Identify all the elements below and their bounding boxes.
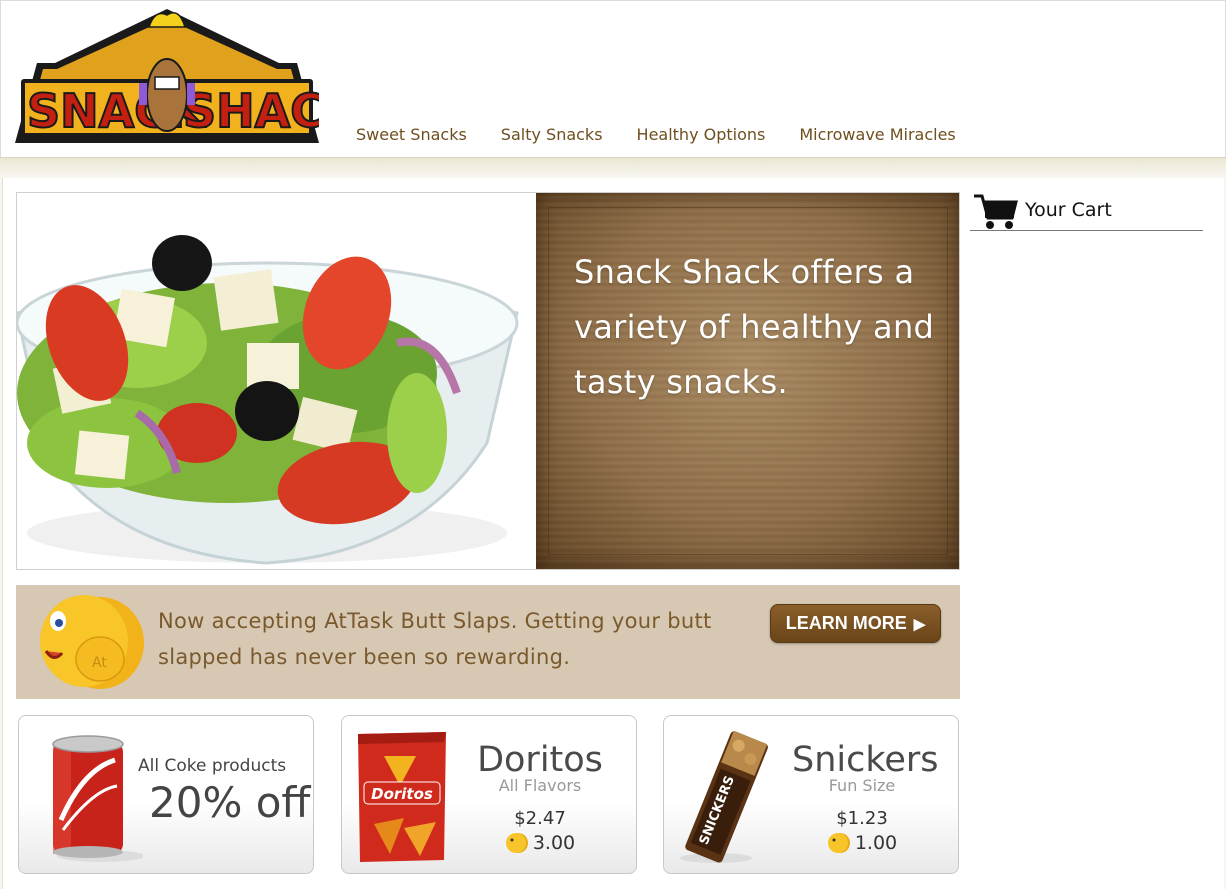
snickers-bar-image: SNICKERS xyxy=(680,730,768,863)
nav-sweet-snacks[interactable]: Sweet Snacks xyxy=(339,125,484,144)
hero-wood-panel: Snack Shack offers a variety of healthy … xyxy=(536,193,959,569)
main-nav: Sweet Snacks Salty Snacks Healthy Option… xyxy=(339,125,973,144)
butt-slap-coin-icon xyxy=(505,833,528,853)
snickers-name: Snickers xyxy=(792,740,939,780)
cart-widget[interactable]: Your Cart xyxy=(970,190,1203,231)
doritos-price: $2.47 xyxy=(514,808,566,829)
learn-more-button[interactable]: LEARN MORE ▶ xyxy=(770,604,941,643)
cart-label[interactable]: Your Cart xyxy=(1025,199,1112,221)
nav-salty-snacks[interactable]: Salty Snacks xyxy=(484,125,620,144)
doritos-subtitle: All Flavors xyxy=(498,776,582,795)
hero-headline: Snack Shack offers a variety of healthy … xyxy=(574,253,935,401)
promo-banner: At Now accepting AtTask Butt Slaps. Gett… xyxy=(16,585,960,699)
promo-message: Now accepting AtTask Butt Slaps. Getting… xyxy=(158,609,712,669)
hero-banner: Snack Shack offers a variety of healthy … xyxy=(16,192,960,570)
snickers-slaps-price: 1.00 xyxy=(792,832,932,854)
doritos-bag-image: Doritos xyxy=(358,732,446,862)
doritos-product-card[interactable]: Doritos Doritos All Flavors $2.47 3.00 xyxy=(341,715,637,874)
coke-promo-card[interactable]: All Coke products 20% off xyxy=(18,715,314,874)
nav-healthy-options[interactable]: Healthy Options xyxy=(620,125,783,144)
doritos-name: Doritos xyxy=(477,740,603,780)
snickers-subtitle: Fun Size xyxy=(828,776,896,795)
coke-can-image xyxy=(52,735,143,862)
doritos-slaps-value: 3.00 xyxy=(532,832,576,854)
coke-promo-discount: 20% off xyxy=(149,778,311,827)
butt-smiley-icon: At xyxy=(40,595,144,689)
learn-more-label: LEARN MORE xyxy=(785,613,907,633)
salad-bowl-image xyxy=(17,193,537,569)
svg-text:Doritos: Doritos xyxy=(371,785,433,803)
snickers-product-card[interactable]: SNICKERS Snickers Fun Size $1.23 1.00 xyxy=(663,715,959,874)
snack-shack-logo[interactable]: SNACK SHACK xyxy=(15,7,319,147)
snickers-slaps-value: 1.00 xyxy=(854,832,898,854)
shopping-cart-icon xyxy=(974,194,1018,229)
svg-text:SHACK: SHACK xyxy=(183,84,319,138)
butt-slap-coin-icon xyxy=(827,833,850,853)
header-shadow xyxy=(0,158,1226,176)
svg-text:At: At xyxy=(92,655,107,671)
coke-promo-title: All Coke products xyxy=(138,756,287,776)
doritos-slaps-price: 3.00 xyxy=(470,832,610,854)
site-header: SNACK SHACK Sweet Snacks Salty Snacks He… xyxy=(0,0,1226,158)
snickers-price: $1.23 xyxy=(836,808,888,829)
play-arrow-icon: ▶ xyxy=(913,615,926,633)
nav-microwave-miracles[interactable]: Microwave Miracles xyxy=(782,125,972,144)
